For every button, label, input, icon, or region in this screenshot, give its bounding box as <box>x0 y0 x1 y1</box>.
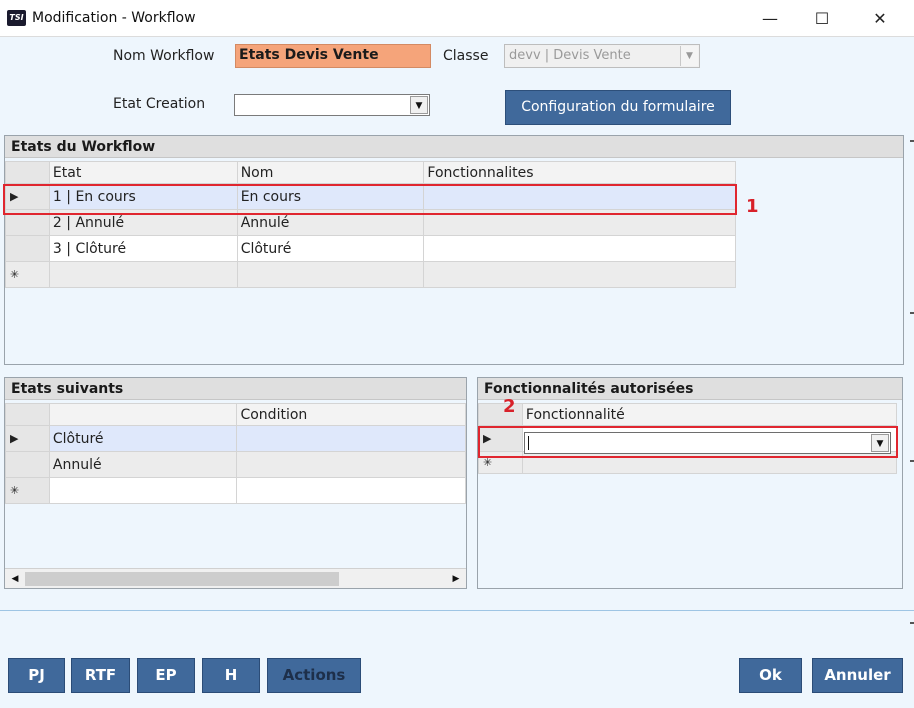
fonctionnalites-cell[interactable] <box>423 261 736 288</box>
maximize-button[interactable]: ☐ <box>794 0 850 37</box>
chevron-down-icon[interactable]: ▼ <box>680 46 698 66</box>
condition-cell[interactable] <box>236 451 466 478</box>
etat-cell[interactable]: 3 | Clôturé <box>48 235 238 262</box>
grid-corner <box>5 403 50 426</box>
etat-cell[interactable]: Clôturé <box>48 425 238 452</box>
annotation-label-2: 2 <box>503 396 516 417</box>
grid-corner <box>5 161 50 184</box>
rtf-button[interactable]: RTF <box>71 658 130 693</box>
table-row[interactable]: ▶ Clôturé <box>5 425 466 452</box>
scrollbar-thumb[interactable] <box>25 572 339 586</box>
edge-mark <box>910 622 914 624</box>
actions-button[interactable]: Actions <box>267 658 361 693</box>
h-button[interactable]: H <box>202 658 260 693</box>
annotation-box-2 <box>478 426 898 458</box>
column-header-fonctionnalites[interactable]: Fonctionnalites <box>423 161 736 184</box>
close-button[interactable]: ✕ <box>852 0 908 37</box>
ok-button[interactable]: Ok <box>739 658 802 693</box>
row-header[interactable] <box>5 235 50 262</box>
chevron-down-icon[interactable]: ▼ <box>410 96 428 114</box>
etats-suivants-title: Etats suivants <box>5 378 466 400</box>
classe-label: Classe <box>443 48 489 64</box>
etats-suivants-grid: Condition ▶ Clôturé Annulé ✳ <box>5 403 466 504</box>
ep-button[interactable]: EP <box>137 658 195 693</box>
annotation-label-1: 1 <box>746 196 759 217</box>
edge-mark <box>910 460 914 462</box>
edge-mark <box>910 312 914 314</box>
column-header-etat[interactable]: Etat <box>48 161 238 184</box>
etats-workflow-title: Etats du Workflow <box>5 136 903 158</box>
etat-creation-label: Etat Creation <box>113 96 206 112</box>
footer-separator <box>0 610 914 611</box>
new-row[interactable]: ✳ <box>5 261 736 288</box>
grid-corner <box>478 403 523 426</box>
nom-cell[interactable] <box>236 261 425 288</box>
horizontal-scrollbar[interactable]: ◀ ▶ <box>5 568 466 588</box>
etat-cell[interactable] <box>48 477 238 504</box>
pj-button[interactable]: PJ <box>8 658 65 693</box>
window-title: Modification - Workflow <box>32 10 196 26</box>
classe-select[interactable]: devv | Devis Vente ▼ <box>504 44 700 68</box>
configuration-formulaire-button[interactable]: Configuration du formulaire <box>505 90 731 125</box>
column-header-nom[interactable]: Nom <box>236 161 425 184</box>
edge-mark <box>910 140 914 142</box>
current-row-icon[interactable]: ▶ <box>5 425 50 452</box>
app-logo-icon: TSI <box>7 10 26 26</box>
scroll-right-icon[interactable]: ▶ <box>448 571 464 587</box>
fonctionnalites-cell[interactable] <box>423 235 736 262</box>
column-header-etat[interactable] <box>48 403 238 426</box>
fonctionnalites-title: Fonctionnalités autorisées <box>478 378 902 400</box>
column-header-condition[interactable]: Condition <box>236 403 466 426</box>
nom-workflow-label: Nom Workflow <box>113 48 215 64</box>
minimize-button[interactable]: — <box>742 0 798 37</box>
new-row-icon[interactable]: ✳ <box>5 477 50 504</box>
row-header[interactable] <box>5 451 50 478</box>
nom-workflow-input[interactable]: Etats Devis Vente <box>235 44 431 68</box>
column-header-fonctionnalite[interactable]: Fonctionnalité <box>521 403 898 426</box>
window-titlebar: TSI Modification - Workflow — ☐ ✕ <box>0 0 914 37</box>
classe-value: devv | Devis Vente <box>509 48 631 63</box>
etat-cell[interactable] <box>48 261 238 288</box>
scroll-left-icon[interactable]: ◀ <box>7 571 23 587</box>
etats-workflow-grid: Etat Nom Fonctionnalites ▶ 1 | En cours … <box>5 161 736 288</box>
new-row-icon[interactable]: ✳ <box>5 261 50 288</box>
table-row[interactable]: 3 | Clôturé Clôturé <box>5 235 736 262</box>
new-row[interactable]: ✳ <box>5 477 466 504</box>
condition-cell[interactable] <box>236 477 466 504</box>
nom-cell[interactable]: Clôturé <box>236 235 425 262</box>
annuler-button[interactable]: Annuler <box>812 658 903 693</box>
etat-cell[interactable]: Annulé <box>48 451 238 478</box>
condition-cell[interactable] <box>236 425 466 452</box>
table-row[interactable]: Annulé <box>5 451 466 478</box>
annotation-box-1 <box>3 184 737 215</box>
etat-creation-select[interactable]: ▼ <box>234 94 430 116</box>
